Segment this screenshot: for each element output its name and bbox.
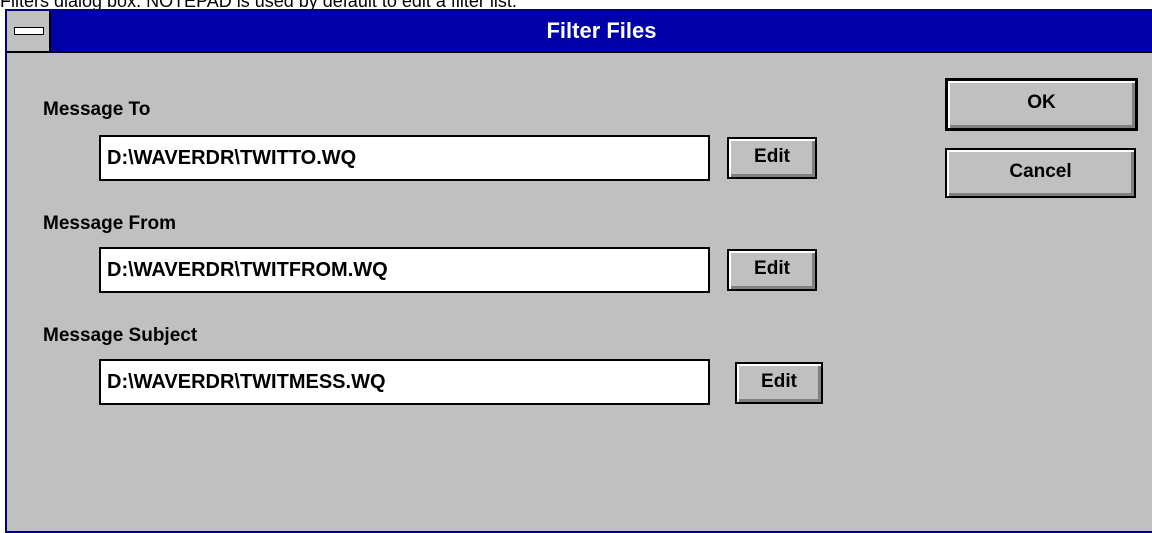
ok-button-label: OK [1027,92,1056,113]
ok-button[interactable]: OK [945,78,1138,131]
cancel-button[interactable]: Cancel [945,148,1136,198]
window-title: Filter Files [546,18,657,43]
message-subject-edit-button[interactable]: Edit [735,362,823,404]
message-to-edit-button[interactable]: Edit [727,137,817,179]
system-menu-icon [14,27,44,35]
message-to-label: Message To [43,99,151,120]
message-from-label: Message From [43,213,177,234]
edit-button-label: Edit [754,146,790,167]
dialog-client-area: Message To D:\WAVERDR\TWITTO.WQ Edit Mes… [7,53,1152,531]
filter-files-dialog: Filter Files Message To D:\WAVERDR\TWITT… [5,9,1152,533]
message-to-field[interactable]: D:\WAVERDR\TWITTO.WQ [99,135,710,181]
system-menu-button[interactable] [7,11,51,51]
title-bar: Filter Files [7,11,1152,53]
message-subject-field[interactable]: D:\WAVERDR\TWITMESS.WQ [99,359,710,405]
message-from-edit-button[interactable]: Edit [727,249,817,291]
edit-button-label: Edit [761,371,797,392]
cancel-button-label: Cancel [1009,161,1072,182]
message-subject-label: Message Subject [43,325,198,346]
message-from-field[interactable]: D:\WAVERDR\TWITFROM.WQ [99,247,710,293]
edit-button-label: Edit [754,258,790,279]
